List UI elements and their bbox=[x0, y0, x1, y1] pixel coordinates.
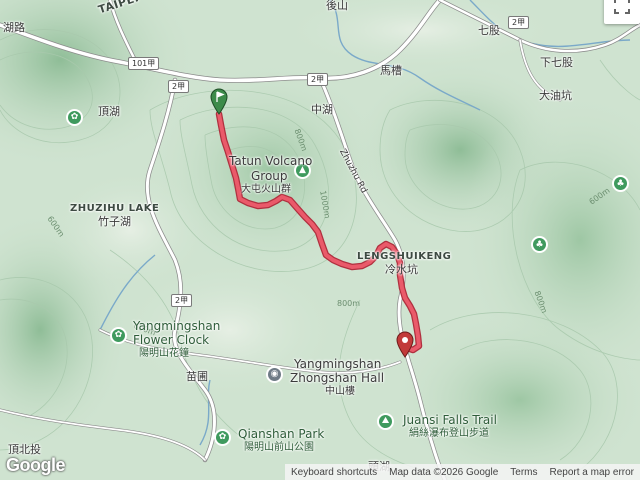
poi-label-zhongshan-hall-zh: 中山樓 bbox=[325, 386, 355, 397]
keyboard-shortcuts-link[interactable]: Keyboard shortcuts bbox=[285, 467, 383, 478]
road-shield-101a: 101甲 bbox=[128, 57, 160, 70]
road-label-hu-road: 湖路 bbox=[3, 21, 25, 34]
attribution-bar: Keyboard shortcuts Map data ©2026 Google… bbox=[284, 464, 640, 480]
area-label-lengshuikeng: LENGSHUIKENG bbox=[357, 251, 452, 262]
poi-label-tatun-group[interactable]: Group bbox=[251, 169, 288, 183]
map-data-text: Map data ©2026 Google bbox=[389, 466, 499, 478]
contour-label: 800m bbox=[337, 299, 361, 308]
place-label-zhonghu: 中湖 bbox=[311, 103, 333, 116]
poi-label-qianshan-park-zh: 陽明山前山公園 bbox=[244, 442, 314, 453]
start-flag-icon[interactable] bbox=[209, 87, 229, 115]
place-label-xiaqigu: 下七股 bbox=[540, 56, 573, 69]
google-logo[interactable]: Google bbox=[6, 455, 66, 476]
poi-label-flower-clock-1[interactable]: Yangmingshan bbox=[133, 319, 220, 333]
park-icon[interactable]: ✿ bbox=[214, 429, 231, 446]
terms-link[interactable]: Terms bbox=[504, 467, 543, 478]
area-label-lengshuikeng-zh: 冷水坑 bbox=[385, 263, 418, 276]
place-label-houshan: 後山 bbox=[326, 0, 348, 12]
poi-label-tatun-volcano[interactable]: Tatun Volcano bbox=[229, 154, 312, 168]
poi-label-juansi-falls-zh: 絹絲瀑布登山步道 bbox=[409, 428, 489, 439]
poi-label-qianshan-park[interactable]: Qianshan Park bbox=[238, 427, 324, 441]
road-shield-2a: 2甲 bbox=[168, 80, 190, 93]
area-label-zhuzihu-zh: 竹子湖 bbox=[98, 215, 131, 228]
place-label-miaopu: 苗圃 bbox=[186, 370, 208, 383]
park-icon[interactable]: ✿ bbox=[110, 327, 127, 344]
road-shield-2a: 2甲 bbox=[171, 294, 193, 307]
fullscreen-button[interactable] bbox=[604, 0, 640, 24]
area-label-zhuzihu-lake: ZHUZIHU LAKE bbox=[70, 203, 160, 214]
hiking-icon[interactable]: ⛰ bbox=[377, 413, 394, 430]
place-label-dinghu: 頂湖 bbox=[98, 105, 120, 118]
place-label-dayoukeng: 大油坑 bbox=[539, 89, 572, 102]
hiking-icon[interactable]: ♣ bbox=[531, 236, 548, 253]
poi-label-tatun-zh: 大屯火山群 bbox=[241, 184, 291, 195]
hiking-icon[interactable]: ♣ bbox=[612, 175, 629, 192]
report-map-error-link[interactable]: Report a map error bbox=[544, 467, 640, 478]
place-label-mazao: 馬槽 bbox=[380, 64, 402, 77]
end-pin-icon[interactable] bbox=[395, 330, 415, 358]
poi-label-flower-clock-2[interactable]: Flower Clock bbox=[133, 333, 209, 347]
poi-label-juansi-falls[interactable]: Juansi Falls Trail bbox=[403, 413, 497, 427]
map-view[interactable]: 101甲 2甲 2甲 2甲 2甲 TAIPEI 湖路 後山 七股 下七股 馬槽 … bbox=[0, 0, 640, 480]
poi-label-zhongshan-hall-2[interactable]: Zhongshan Hall bbox=[290, 371, 384, 385]
poi-label-flower-clock-zh: 陽明山花鐘 bbox=[139, 348, 189, 359]
road-shield-2a: 2甲 bbox=[508, 16, 530, 29]
road-shield-2a: 2甲 bbox=[307, 73, 329, 86]
place-label-qigu: 七股 bbox=[478, 24, 500, 37]
fullscreen-icon bbox=[614, 0, 630, 14]
poi-label-zhongshan-hall-1[interactable]: Yangmingshan bbox=[294, 357, 381, 371]
park-icon[interactable]: ✿ bbox=[66, 109, 83, 126]
landmark-icon[interactable]: ◉ bbox=[266, 366, 283, 383]
